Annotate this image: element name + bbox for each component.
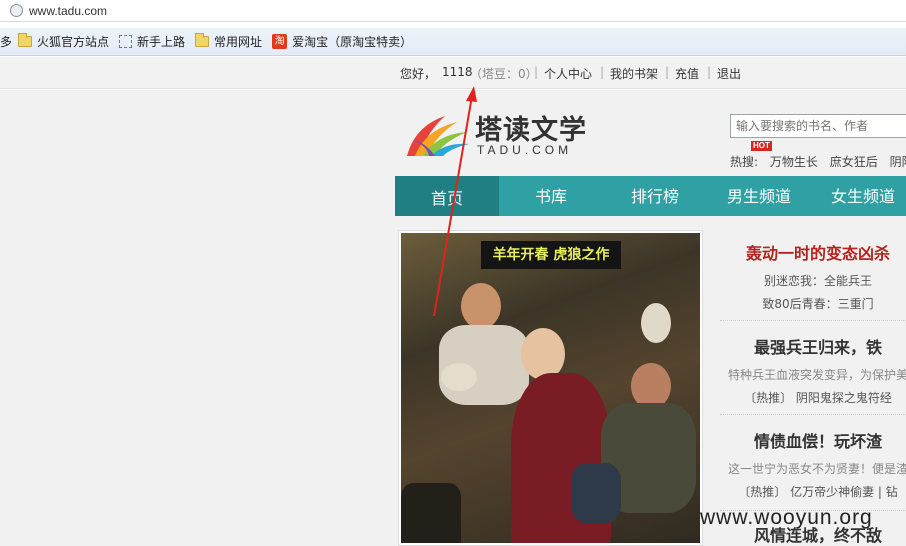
annotation-arrow-icon (433, 86, 477, 317)
watermark: www.wooyun.org (700, 506, 873, 529)
